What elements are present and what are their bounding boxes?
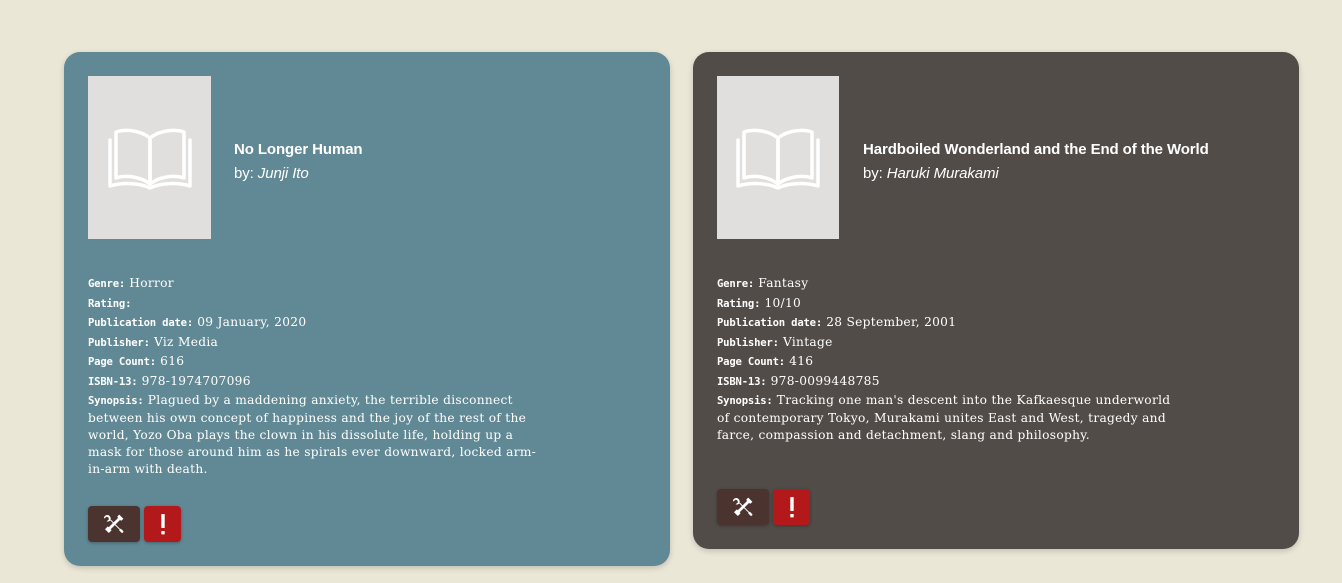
- book-title: No Longer Human: [234, 141, 363, 158]
- synopsis-value: Plagued by a maddening anxiety, the terr…: [88, 392, 537, 477]
- rating-value: 10/10: [764, 295, 802, 310]
- book-title: Hardboiled Wonderland and the End of the…: [863, 141, 1209, 158]
- isbn-label: ISBN-13:: [88, 375, 138, 388]
- publisher-value: Vintage: [782, 334, 833, 349]
- rating-label: Rating:: [717, 297, 761, 310]
- publication-date-row: Publication date: 28 September, 2001: [717, 313, 1177, 333]
- book-card: No Longer Human by: Junji Ito Genre: Hor…: [64, 52, 670, 566]
- synopsis-value: Tracking one man's descent into the Kafk…: [717, 392, 1171, 442]
- book-cover: [717, 76, 839, 239]
- publication-date-label: Publication date:: [88, 317, 194, 330]
- genre-label: Genre:: [717, 278, 755, 290]
- page-count-label: Page Count:: [88, 356, 156, 369]
- rating-row: Rating:: [88, 294, 548, 314]
- isbn-row: ISBN-13: 978-1974707096: [88, 372, 548, 392]
- synopsis-row: Synopsis: Tracking one man's descent int…: [717, 392, 1177, 445]
- report-button[interactable]: [773, 489, 810, 525]
- genre-row: Genre: Horror: [88, 274, 548, 294]
- genre-row: Genre: Fantasy: [717, 274, 1177, 294]
- book-cover: [88, 76, 211, 239]
- by-label: by:: [234, 165, 254, 182]
- exclamation-icon: [159, 512, 167, 536]
- title-block: Hardboiled Wonderland and the End of the…: [863, 140, 1209, 184]
- publication-date-value: 28 September, 2001: [826, 315, 957, 330]
- card-actions: [88, 506, 185, 542]
- page-count-value: 416: [789, 354, 814, 369]
- isbn-label: ISBN-13:: [717, 375, 767, 388]
- page-count-row: Page Count: 416: [717, 352, 1177, 372]
- tools-icon: [102, 512, 126, 536]
- publisher-row: Publisher: Vintage: [717, 333, 1177, 353]
- publisher-value: Viz Media: [153, 334, 219, 349]
- publication-date-value: 09 January, 2020: [197, 315, 307, 330]
- publication-date-label: Publication date:: [717, 317, 823, 330]
- exclamation-icon: [788, 495, 796, 519]
- open-book-icon: [735, 126, 821, 190]
- isbn-value: 978-1974707096: [141, 373, 251, 388]
- book-card: Hardboiled Wonderland and the End of the…: [693, 52, 1299, 549]
- synopsis-label: Synopsis:: [717, 394, 773, 407]
- book-author: by: Junji Ito: [234, 164, 363, 184]
- isbn-row: ISBN-13: 978-0099448785: [717, 372, 1177, 392]
- tools-icon: [731, 495, 755, 519]
- isbn-value: 978-0099448785: [770, 373, 880, 388]
- publisher-row: Publisher: Viz Media: [88, 333, 548, 353]
- open-book-icon: [107, 126, 193, 190]
- page-count-label: Page Count:: [717, 356, 785, 369]
- rating-label: Rating:: [88, 297, 132, 310]
- book-author: by: Haruki Murakami: [863, 164, 1209, 184]
- genre-value: Fantasy: [758, 276, 809, 290]
- publisher-label: Publisher:: [88, 336, 150, 349]
- genre-value: Horror: [129, 276, 174, 290]
- synopsis-label: Synopsis:: [88, 394, 144, 407]
- book-details: Genre: Fantasy Rating: 10/10 Publication…: [717, 274, 1177, 444]
- edit-button[interactable]: [717, 489, 769, 525]
- genre-label: Genre:: [88, 278, 126, 290]
- report-button[interactable]: [144, 506, 181, 542]
- publication-date-row: Publication date: 09 January, 2020: [88, 313, 548, 333]
- author-name: Junji Ito: [257, 165, 309, 182]
- author-name: Haruki Murakami: [886, 165, 999, 182]
- by-label: by:: [863, 165, 883, 182]
- page-count-row: Page Count: 616: [88, 352, 548, 372]
- card-actions: [717, 489, 814, 525]
- edit-button[interactable]: [88, 506, 140, 542]
- synopsis-row: Synopsis: Plagued by a maddening anxiety…: [88, 392, 548, 479]
- title-block: No Longer Human by: Junji Ito: [234, 140, 363, 184]
- publisher-label: Publisher:: [717, 336, 779, 349]
- book-details: Genre: Horror Rating: Publication date: …: [88, 274, 548, 479]
- rating-row: Rating: 10/10: [717, 294, 1177, 314]
- page-count-value: 616: [160, 354, 185, 369]
